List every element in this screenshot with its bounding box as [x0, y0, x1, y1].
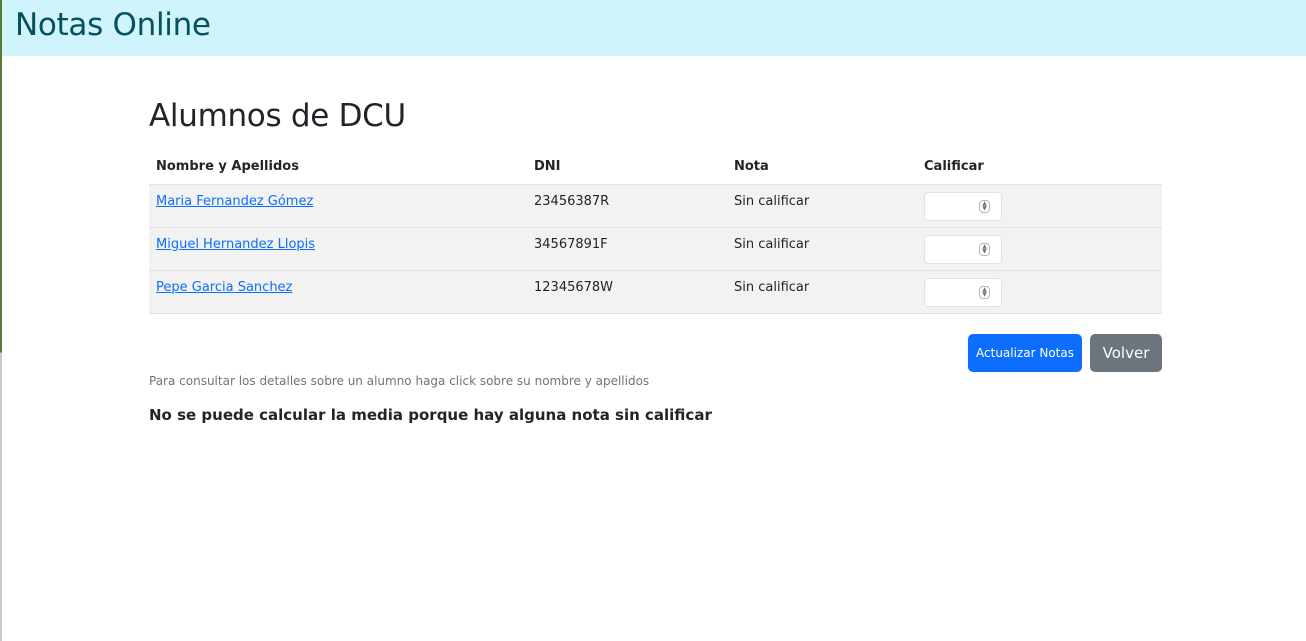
student-grade: Sin calificar	[727, 269, 917, 314]
students-table: Nombre y Apellidos DNI Nota Calificar Ma…	[149, 150, 1162, 314]
student-grade: Sin calificar	[727, 226, 917, 270]
student-grade: Sin calificar	[727, 183, 917, 227]
header-grade-input: Calificar	[924, 159, 984, 175]
back-button[interactable]: Volver	[1090, 334, 1162, 372]
navbar: Notas Online	[2, 0, 1306, 56]
header-dni: DNI	[534, 159, 561, 175]
spinner-arrows-icon[interactable]: ▲ ▼	[979, 242, 990, 256]
student-name-link[interactable]: Pepe Garcia Sanchez	[156, 280, 292, 295]
student-dni: 34567891F	[527, 226, 727, 270]
student-dni: 23456387R	[527, 183, 727, 227]
student-name-link[interactable]: Miguel Hernandez Llopis	[156, 237, 315, 252]
student-name-link[interactable]: Maria Fernandez Gómez	[156, 194, 313, 209]
spinner-arrows-icon[interactable]: ▲ ▼	[979, 285, 990, 299]
grade-number-input[interactable]: ▲ ▼	[924, 191, 1002, 221]
hint-text: Para consultar los detalles sobre un alu…	[149, 374, 650, 388]
table-row: Miguel Hernandez Llopis 34567891F Sin ca…	[149, 226, 1162, 270]
table-header-row: Nombre y Apellidos DNI Nota Calificar	[149, 150, 1162, 184]
header-grade: Nota	[734, 159, 769, 175]
student-dni: 12345678W	[527, 269, 727, 314]
table-row: Pepe Garcia Sanchez 12345678W Sin califi…	[149, 269, 1162, 314]
grade-number-input[interactable]: ▲ ▼	[924, 234, 1002, 264]
page-title: Alumnos de DCU	[149, 98, 406, 134]
average-message: No se puede calcular la media porque hay…	[149, 406, 712, 424]
update-grades-button[interactable]: Actualizar Notas	[968, 334, 1082, 372]
table-row: Maria Fernandez Gómez 23456387R Sin cali…	[149, 183, 1162, 227]
spinner-arrows-icon[interactable]: ▲ ▼	[979, 199, 990, 213]
grade-number-input[interactable]: ▲ ▼	[924, 277, 1002, 307]
brand-title[interactable]: Notas Online	[15, 5, 211, 45]
header-name: Nombre y Apellidos	[156, 159, 299, 175]
window-left-edge	[0, 0, 2, 641]
